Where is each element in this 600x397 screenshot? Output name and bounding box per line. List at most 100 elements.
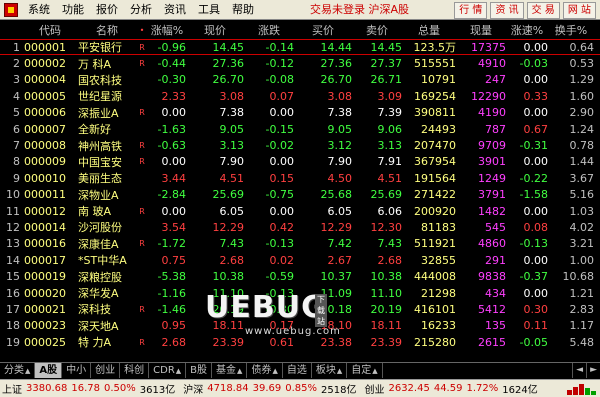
col-price[interactable]: 现价 [186,22,244,38]
margin-mark: R [139,304,145,314]
row-index: 3 [13,73,20,87]
ask-price: 18.11 [370,319,403,333]
tab-10[interactable]: 板块▲ [311,363,348,378]
row-index: 6 [13,122,20,136]
table-row[interactable]: 14 000017 *ST中华A 0.75 2.68 0.02 2.67 2.68 32855 2… [0,252,600,268]
price: 26.70 [212,73,245,87]
row-index: 19 [6,335,20,349]
col-change[interactable]: 涨跌 [244,22,294,38]
tab-0[interactable]: 分类▲ [0,363,36,378]
tab-7[interactable]: 基金▲ [212,363,248,378]
speed: 0.00 [523,155,549,169]
menu-system[interactable]: 系统 [22,0,56,20]
col-ask[interactable]: 卖价 [352,22,402,38]
price: 4.51 [219,171,245,185]
breadth-bar [573,386,578,395]
stock-code: 000009 [24,155,66,169]
table-row[interactable]: 4 000005 世纪星源 2.33 3.08 0.07 3.08 3.09 169254 122… [0,88,600,104]
tab-2[interactable]: 中小 [62,363,92,378]
col-change-pct[interactable]: 涨幅% [148,22,186,38]
col-turnover[interactable]: 换手% [548,22,594,38]
menu-function[interactable]: 功能 [56,0,90,20]
sz-label: 沪深 [183,385,204,396]
tab-1[interactable]: A股 [35,363,63,378]
tab-5[interactable]: CDR▲ [149,363,187,378]
menu-info[interactable]: 资讯 [158,0,192,20]
sh-pct: 0.50% [104,383,136,394]
table-row[interactable]: 8 000009 中国宝安 R 0.00 7.90 0.00 7.90 7.91 367954 39… [0,154,600,170]
tab-4[interactable]: 科创 [120,363,150,378]
ask-price: 25.69 [370,188,403,202]
stock-code: 000021 [24,302,66,316]
table-row[interactable]: 2 000002 万 科A R -0.44 27.36 -0.12 27.36 27.37 515… [0,55,600,71]
turnover: 3.21 [569,237,595,251]
table-row[interactable]: 15 000019 深粮控股 -5.38 10.38 -0.59 10.37 10.38 444… [0,268,600,284]
stock-name: *ST中华A [78,254,127,268]
speed: 0.33 [523,89,549,103]
col-bid[interactable]: 买价 [294,22,352,38]
market-breadth-icon[interactable] [567,383,596,395]
row-index: 13 [6,237,20,251]
turnover: 0.53 [569,57,595,71]
table-row[interactable]: 12 000014 沙河股份 3.54 12.29 0.42 12.29 12.30 81183… [0,219,600,235]
col-current-volume[interactable]: 现量 [456,22,506,38]
change-pct: -1.16 [157,286,186,300]
price: 10.38 [212,270,245,284]
tab-next-icon[interactable]: ► [586,363,600,378]
change: -0.08 [265,73,294,87]
table-row[interactable]: 7 000008 神州高铁 R -0.63 3.13 -0.02 3.12 3.13 207470… [0,137,600,153]
ask-price: 7.91 [377,155,403,169]
change: 0.42 [269,220,295,234]
login-status[interactable]: 交易未登录 沪深A股 [310,0,409,20]
turnover: 1.60 [569,89,595,103]
menu-quote[interactable]: 报价 [90,0,124,20]
turnover: 2.90 [569,106,595,120]
turnover: 4.02 [569,220,595,234]
stock-name: 深华发A [78,287,119,301]
table-row[interactable]: 3 000004 国农科技 -0.30 26.70 -0.08 26.70 26.71 1079… [0,72,600,88]
trade-button[interactable]: 交 易 [526,2,560,19]
col-name[interactable]: 名称 [76,22,136,38]
sh-label: 上证 [2,385,22,396]
table-row[interactable]: 11 000012 南 玻A R 0.00 6.05 0.00 6.05 6.06 200920 1… [0,203,600,219]
current-volume: 12290 [471,89,506,103]
table-row[interactable]: 1 000001 平安银行 R -0.96 14.45 -0.14 14.44 14.45 123… [0,39,600,56]
table-row[interactable]: 9 000010 美丽生态 3.44 4.51 0.15 4.50 4.51 191564 124… [0,170,600,186]
stock-name: 深物业A [78,188,119,202]
volume: 81183 [421,220,456,234]
info-button[interactable]: 资 讯 [490,2,524,19]
current-volume: 787 [485,122,506,136]
menu-tools[interactable]: 工具 [192,0,226,20]
table-row[interactable]: 13 000016 深康佳A R -1.72 7.43 -0.13 7.42 7.43 51192… [0,236,600,252]
change-pct: 0.75 [161,253,187,267]
tab-label: B股 [190,365,208,376]
price: 7.43 [219,237,245,251]
row-index: 4 [13,89,20,103]
row-index: 18 [6,319,20,333]
tab-prev-icon[interactable]: ◄ [572,363,586,378]
tab-8[interactable]: 债券▲ [247,363,283,378]
watermark-url: www.uebug.com [245,326,341,337]
volume: 10791 [421,73,456,87]
menu-help[interactable]: 帮助 [226,0,260,20]
tab-9[interactable]: 自选 [282,363,312,378]
tab-label: 科创 [124,365,145,376]
menu-analysis[interactable]: 分析 [124,0,158,20]
speed: 0.00 [523,253,549,267]
table-row[interactable]: 5 000006 深振业A R 0.00 7.38 0.00 7.38 7.39 390811 41… [0,105,600,121]
website-button[interactable]: 网 站 [562,2,596,19]
ask-price: 9.06 [377,122,403,136]
tab-11[interactable]: 自定▲ [347,363,383,378]
table-row[interactable]: 10 000011 深物业A -2.84 25.69 -0.75 25.68 25.69 271… [0,187,600,203]
tab-3[interactable]: 创业 [91,363,121,378]
speed: 0.00 [523,73,549,87]
col-speed[interactable]: 涨速% [506,22,548,38]
quote-button[interactable]: 行 情 [454,2,488,19]
volume: 271422 [414,188,456,202]
row-index: 8 [13,155,20,169]
table-row[interactable]: 6 000007 全新好 -1.63 9.05 -0.15 9.05 9.06 24493 787… [0,121,600,137]
col-volume[interactable]: 总量 [402,22,456,38]
col-code[interactable]: 代码 [24,22,76,38]
tab-6[interactable]: B股 [186,363,213,378]
breadth-bar [591,390,596,395]
